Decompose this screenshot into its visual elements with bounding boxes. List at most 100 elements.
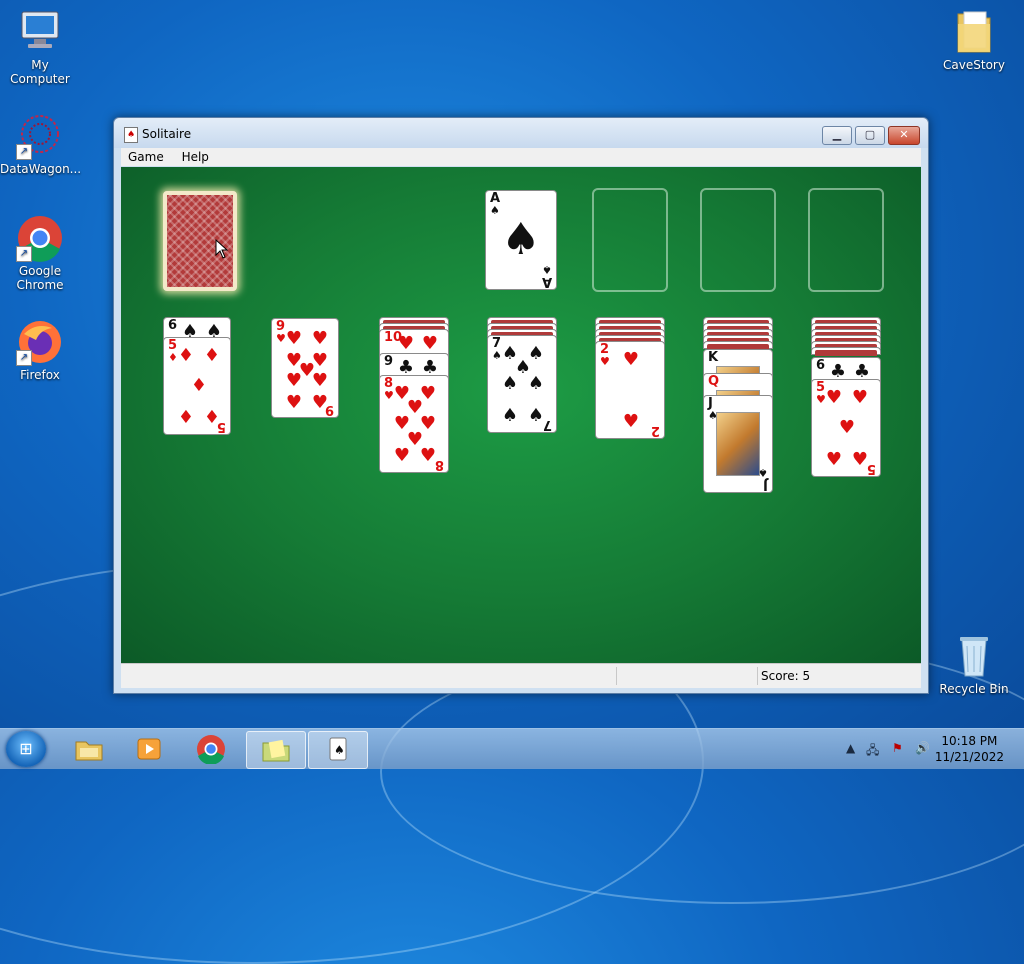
taskbar-folder[interactable] — [246, 731, 306, 769]
status-separator — [757, 667, 758, 685]
desktop-icon-label: My Computer — [10, 58, 70, 86]
jack-face-image — [716, 412, 760, 476]
clock-time: 10:18 PM — [941, 734, 998, 748]
tableau-7-card-2[interactable]: 5 ♥ ♥ ♥ ♥ ♥ ♥ 5 — [811, 379, 881, 477]
heart-icon: ♥ — [851, 387, 869, 408]
heart-icon: ♥ — [838, 417, 856, 438]
desktop-icon-my-computer[interactable]: My Computer — [0, 8, 80, 86]
spade-icon: ♠ — [501, 214, 541, 265]
tableau-6-card-3[interactable]: J ♠ ♠ J — [703, 395, 773, 493]
spade-icon: ♠ — [490, 204, 500, 217]
taskbar-chrome[interactable] — [182, 731, 240, 767]
diamond-icon: ♦ — [190, 375, 208, 396]
status-bar: Score: 5 — [121, 663, 921, 688]
card-rank: 8 — [434, 457, 444, 472]
recycle-bin-icon — [950, 632, 998, 680]
solitaire-window: ♠ Solitaire ▁ ▢ ✕ Game Help A ♠ ♠ ♠ A 6 … — [113, 117, 929, 694]
maximize-button[interactable]: ▢ — [855, 126, 885, 145]
card-rank: Q — [708, 374, 720, 389]
firefox-icon: ↗ — [16, 318, 64, 366]
score-label: Score: 5 — [761, 669, 811, 683]
heart-icon: ♥ — [311, 370, 329, 391]
title-bar[interactable]: ♠ Solitaire ▁ ▢ ✕ — [114, 118, 928, 148]
game-board[interactable]: A ♠ ♠ ♠ A 6 ♠ ♠ 5 ♦ ♦ ♦ ♦ ♦ ♦ 5 9 ♥ ♥ ♥ … — [121, 167, 921, 663]
card-rank: 5 — [866, 461, 876, 476]
volume-icon[interactable]: 🔊 — [915, 741, 930, 755]
heart-icon: ♥ — [825, 387, 843, 408]
menu-help[interactable]: Help — [175, 148, 216, 166]
heart-icon: ♥ — [421, 333, 439, 354]
heart-icon: ♥ — [600, 355, 610, 368]
card-rank: 5 — [216, 419, 226, 434]
tableau-1-card-2[interactable]: 5 ♦ ♦ ♦ ♦ ♦ ♦ 5 — [163, 337, 231, 435]
diamond-icon: ♦ — [203, 345, 221, 366]
card-rank: 9 — [324, 402, 334, 417]
heart-icon: ♥ — [816, 393, 826, 406]
shortcut-arrow-icon: ↗ — [16, 350, 32, 366]
mouse-cursor-icon — [215, 239, 229, 259]
heart-icon: ♥ — [285, 328, 303, 349]
desktop-icon-datawagon[interactable]: ↗ DataWagon... — [0, 112, 82, 176]
media-player-icon — [137, 738, 161, 760]
card-rank: 6 — [816, 358, 826, 373]
taskbar-solitaire[interactable]: ♠ — [308, 731, 368, 769]
heart-icon: ♥ — [311, 328, 329, 349]
start-button[interactable]: ⊞ — [6, 731, 46, 767]
taskbar: ⊞ ♠ ▲ 🖧 ⚑ 🔊 10:18 PM 11/21/2022 — [0, 728, 1024, 769]
diamond-icon: ♦ — [177, 345, 195, 366]
clock[interactable]: 10:18 PM 11/21/2022 — [935, 733, 1004, 765]
folder-icon — [262, 739, 290, 762]
network-icon[interactable]: 🖧 — [866, 741, 879, 762]
desktop-icon-firefox[interactable]: ↗ Firefox — [0, 318, 80, 382]
face-down-card — [703, 341, 773, 350]
explorer-icon — [75, 741, 103, 761]
datawagon-icon: ↗ — [16, 112, 64, 160]
desktop-icon-label: Firefox — [20, 368, 60, 382]
window-title: Solitaire — [142, 127, 192, 141]
spade-icon: ♠ — [501, 405, 519, 426]
spade-icon: ♠ — [501, 373, 519, 394]
menu-game[interactable]: Game — [121, 148, 171, 166]
card-rank: J — [763, 477, 768, 492]
tableau-4-card-1[interactable]: 7 ♠ ♠ ♠ ♠ ♠ ♠ ♠ ♠ 7 — [487, 335, 557, 433]
desktop-icon-cavestory[interactable]: CaveStory — [934, 8, 1014, 72]
spade-icon: ♠ — [527, 405, 545, 426]
heart-icon: ♥ — [851, 449, 869, 470]
tableau-5-card-1[interactable]: 2 ♥ ♥ ♥ 2 — [595, 341, 665, 439]
diamond-icon: ♦ — [177, 407, 195, 428]
foundation-3[interactable] — [700, 188, 776, 292]
minimize-button[interactable]: ▁ — [822, 126, 852, 145]
show-hidden-icons-button[interactable]: ▲ — [846, 741, 855, 755]
desktop-icon-recycle-bin[interactable]: Recycle Bin — [934, 632, 1014, 696]
desktop-icon-label: Recycle Bin — [939, 682, 1009, 696]
heart-icon: ♥ — [825, 449, 843, 470]
desktop-icon-google-chrome[interactable]: ↗ Google Chrome — [0, 214, 80, 292]
close-button[interactable]: ✕ — [888, 126, 920, 145]
taskbar-explorer[interactable] — [60, 731, 118, 767]
face-down-card — [811, 347, 881, 356]
spade-icon: ♠ — [527, 373, 545, 394]
action-center-icon[interactable]: ⚑ — [892, 741, 903, 755]
desktop-icon-label: DataWagon... — [0, 162, 82, 176]
desktop-icon-label: Google Chrome — [16, 264, 64, 292]
foundation-4[interactable] — [808, 188, 884, 292]
heart-icon: ♥ — [419, 445, 437, 466]
heart-icon: ♥ — [285, 392, 303, 413]
diamond-icon: ♦ — [168, 351, 178, 364]
shortcut-arrow-icon: ↗ — [16, 246, 32, 262]
spade-icon: ♠ — [492, 349, 502, 362]
taskbar-media-player[interactable] — [120, 731, 178, 767]
card-rank: 6 — [168, 318, 178, 333]
svg-text:♠: ♠ — [334, 743, 345, 757]
card-rank: 2 — [650, 423, 660, 438]
desktop-icon-label: CaveStory — [943, 58, 1005, 72]
foundation-1[interactable]: A ♠ ♠ ♠ A — [485, 190, 557, 290]
status-separator — [616, 667, 617, 685]
heart-icon: ♥ — [397, 333, 415, 354]
computer-icon — [16, 8, 64, 56]
tableau-3-card-3[interactable]: 8 ♥ ♥ ♥ ♥ ♥ ♥ ♥ ♥ ♥ 8 — [379, 375, 449, 473]
foundation-2[interactable] — [592, 188, 668, 292]
heart-icon: ♥ — [622, 411, 640, 432]
card-rank: 9 — [384, 354, 394, 369]
tableau-2-card-1[interactable]: 9 ♥ ♥ ♥ ♥ ♥ ♥ ♥ ♥ ♥ ♥ 9 — [271, 318, 339, 418]
